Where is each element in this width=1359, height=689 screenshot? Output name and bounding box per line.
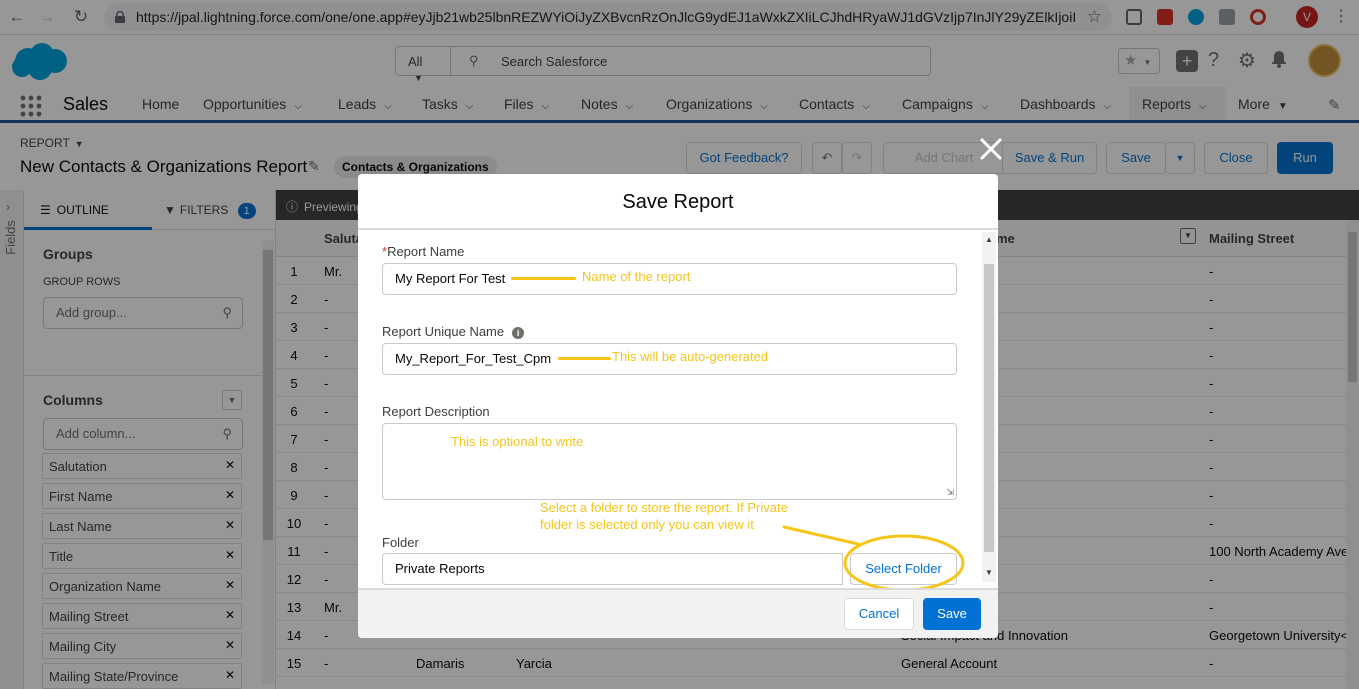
modal-save-button[interactable]: Save xyxy=(923,598,981,630)
modal-scrollbar[interactable]: ▲ ▼ xyxy=(982,232,996,582)
modal-close-x-icon[interactable] xyxy=(978,136,1004,162)
modal-title: Save Report xyxy=(358,174,998,230)
modal-footer: Cancel Save xyxy=(358,588,998,638)
scrollbar-thumb[interactable] xyxy=(984,264,994,552)
scroll-up-icon[interactable]: ▲ xyxy=(985,235,993,244)
save-report-modal: Save Report *Report Name My Report For T… xyxy=(358,174,998,638)
modal-body: *Report Name My Report For Test Name of … xyxy=(358,230,998,588)
annotation-arrow-and-circle xyxy=(782,525,965,588)
cancel-button[interactable]: Cancel xyxy=(844,598,914,630)
scroll-down-icon[interactable]: ▼ xyxy=(985,568,993,577)
